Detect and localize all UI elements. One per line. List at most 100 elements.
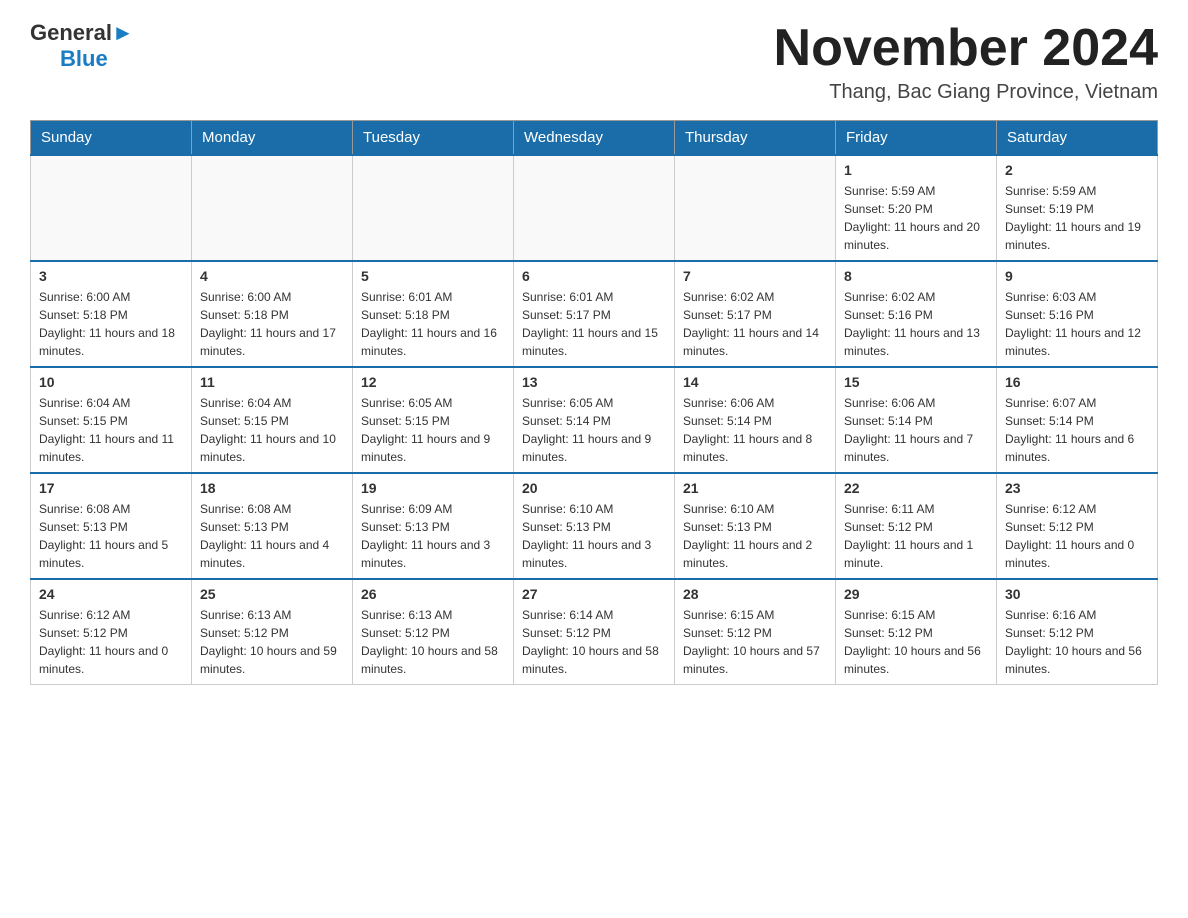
calendar-cell bbox=[31, 155, 192, 261]
calendar-cell: 19Sunrise: 6:09 AMSunset: 5:13 PMDayligh… bbox=[353, 473, 514, 579]
day-info: Sunrise: 6:01 AMSunset: 5:18 PMDaylight:… bbox=[361, 288, 505, 360]
day-number: 20 bbox=[522, 480, 666, 496]
day-info: Sunrise: 6:02 AMSunset: 5:17 PMDaylight:… bbox=[683, 288, 827, 360]
calendar-cell: 14 Sunrise: 6:06 AMSunset: 5:14 PMDayligh… bbox=[675, 367, 836, 473]
day-info: Sunrise: 6:11 AMSunset: 5:12 PMDaylight:… bbox=[844, 500, 988, 572]
calendar-cell: 30Sunrise: 6:16 AMSunset: 5:12 PMDayligh… bbox=[997, 579, 1158, 685]
day-number: 26 bbox=[361, 586, 505, 602]
logo-arrow-shape: ► bbox=[112, 20, 134, 45]
calendar-header: Sunday Monday Tuesday Wednesday Thursday… bbox=[31, 121, 1158, 156]
day-info: Sunrise: 6:10 AMSunset: 5:13 PMDaylight:… bbox=[522, 500, 666, 572]
calendar-week-1: 1Sunrise: 5:59 AMSunset: 5:20 PMDaylight… bbox=[31, 155, 1158, 261]
col-saturday: Saturday bbox=[997, 121, 1158, 156]
day-info: Sunrise: 6:05 AMSunset: 5:15 PMDaylight:… bbox=[361, 394, 505, 466]
day-number: 9 bbox=[1005, 268, 1149, 284]
day-number: 17 bbox=[39, 480, 183, 496]
calendar-cell: 3 Sunrise: 6:00 AMSunset: 5:18 PMDaylight… bbox=[31, 261, 192, 367]
calendar-cell: 16 Sunrise: 6:07 AMSunset: 5:14 PMDayligh… bbox=[997, 367, 1158, 473]
calendar-cell bbox=[353, 155, 514, 261]
calendar-cell: 9 Sunrise: 6:03 AMSunset: 5:16 PMDaylight… bbox=[997, 261, 1158, 367]
calendar-cell: 25 Sunrise: 6:13 AMSunset: 5:12 PMDayligh… bbox=[192, 579, 353, 685]
day-number: 16 bbox=[1005, 374, 1149, 390]
day-number: 5 bbox=[361, 268, 505, 284]
day-number: 3 bbox=[39, 268, 183, 284]
day-info: Sunrise: 6:00 AMSunset: 5:18 PMDaylight:… bbox=[200, 288, 344, 360]
calendar-table: Sunday Monday Tuesday Wednesday Thursday… bbox=[30, 120, 1158, 685]
calendar-week-3: 10 Sunrise: 6:04 AMSunset: 5:15 PMDayligh… bbox=[31, 367, 1158, 473]
header-row: Sunday Monday Tuesday Wednesday Thursday… bbox=[31, 121, 1158, 156]
calendar-cell: 2Sunrise: 5:59 AMSunset: 5:19 PMDaylight… bbox=[997, 155, 1158, 261]
col-friday: Friday bbox=[836, 121, 997, 156]
calendar-cell: 24 Sunrise: 6:12 AMSunset: 5:12 PMDayligh… bbox=[31, 579, 192, 685]
day-number: 29 bbox=[844, 586, 988, 602]
calendar-cell: 6 Sunrise: 6:01 AMSunset: 5:17 PMDaylight… bbox=[514, 261, 675, 367]
logo-blue-text: Blue bbox=[60, 46, 108, 71]
calendar-cell: 22 Sunrise: 6:11 AMSunset: 5:12 PMDayligh… bbox=[836, 473, 997, 579]
calendar-cell: 5 Sunrise: 6:01 AMSunset: 5:18 PMDaylight… bbox=[353, 261, 514, 367]
day-number: 6 bbox=[522, 268, 666, 284]
calendar-cell bbox=[192, 155, 353, 261]
day-info: Sunrise: 6:10 AMSunset: 5:13 PMDaylight:… bbox=[683, 500, 827, 572]
col-sunday: Sunday bbox=[31, 121, 192, 156]
day-number: 27 bbox=[522, 586, 666, 602]
day-number: 24 bbox=[39, 586, 183, 602]
day-number: 12 bbox=[361, 374, 505, 390]
day-number: 8 bbox=[844, 268, 988, 284]
calendar-cell bbox=[675, 155, 836, 261]
col-wednesday: Wednesday bbox=[514, 121, 675, 156]
day-number: 19 bbox=[361, 480, 505, 496]
calendar-cell: 8Sunrise: 6:02 AMSunset: 5:16 PMDaylight… bbox=[836, 261, 997, 367]
calendar-cell bbox=[514, 155, 675, 261]
day-info: Sunrise: 6:08 AMSunset: 5:13 PMDaylight:… bbox=[200, 500, 344, 572]
day-info: Sunrise: 6:15 AMSunset: 5:12 PMDaylight:… bbox=[683, 606, 827, 678]
calendar-cell: 4 Sunrise: 6:00 AMSunset: 5:18 PMDaylight… bbox=[192, 261, 353, 367]
title-section: November 2024 Thang, Bac Giang Province,… bbox=[774, 20, 1158, 104]
calendar-cell: 28 Sunrise: 6:15 AMSunset: 5:12 PMDayligh… bbox=[675, 579, 836, 685]
calendar-cell: 1Sunrise: 5:59 AMSunset: 5:20 PMDaylight… bbox=[836, 155, 997, 261]
calendar-cell: 21 Sunrise: 6:10 AMSunset: 5:13 PMDayligh… bbox=[675, 473, 836, 579]
calendar-cell: 26Sunrise: 6:13 AMSunset: 5:12 PMDayligh… bbox=[353, 579, 514, 685]
calendar-week-5: 24 Sunrise: 6:12 AMSunset: 5:12 PMDayligh… bbox=[31, 579, 1158, 685]
day-info: Sunrise: 6:15 AMSunset: 5:12 PMDaylight:… bbox=[844, 606, 988, 678]
day-number: 25 bbox=[200, 586, 344, 602]
day-info: Sunrise: 6:12 AMSunset: 5:12 PMDaylight:… bbox=[39, 606, 183, 678]
day-info: Sunrise: 6:03 AMSunset: 5:16 PMDaylight:… bbox=[1005, 288, 1149, 360]
day-info: Sunrise: 6:07 AMSunset: 5:14 PMDaylight:… bbox=[1005, 394, 1149, 466]
day-info: Sunrise: 6:05 AMSunset: 5:14 PMDaylight:… bbox=[522, 394, 666, 466]
day-number: 1 bbox=[844, 162, 988, 178]
day-number: 22 bbox=[844, 480, 988, 496]
calendar-week-2: 3 Sunrise: 6:00 AMSunset: 5:18 PMDaylight… bbox=[31, 261, 1158, 367]
day-number: 14 bbox=[683, 374, 827, 390]
calendar-body: 1Sunrise: 5:59 AMSunset: 5:20 PMDaylight… bbox=[31, 155, 1158, 685]
calendar-cell: 27Sunrise: 6:14 AMSunset: 5:12 PMDayligh… bbox=[514, 579, 675, 685]
day-number: 21 bbox=[683, 480, 827, 496]
day-info: Sunrise: 6:13 AMSunset: 5:12 PMDaylight:… bbox=[200, 606, 344, 678]
day-number: 7 bbox=[683, 268, 827, 284]
calendar-cell: 29 Sunrise: 6:15 AMSunset: 5:12 PMDayligh… bbox=[836, 579, 997, 685]
day-number: 11 bbox=[200, 374, 344, 390]
day-number: 2 bbox=[1005, 162, 1149, 178]
day-number: 30 bbox=[1005, 586, 1149, 602]
day-number: 4 bbox=[200, 268, 344, 284]
day-info: Sunrise: 6:08 AMSunset: 5:13 PMDaylight:… bbox=[39, 500, 183, 572]
day-number: 10 bbox=[39, 374, 183, 390]
day-info: Sunrise: 6:06 AMSunset: 5:14 PMDaylight:… bbox=[683, 394, 827, 466]
location: Thang, Bac Giang Province, Vietnam bbox=[774, 81, 1158, 104]
calendar-cell: 10Sunrise: 6:04 AMSunset: 5:15 PMDayligh… bbox=[31, 367, 192, 473]
month-title: November 2024 bbox=[774, 20, 1158, 77]
day-info: Sunrise: 6:01 AMSunset: 5:17 PMDaylight:… bbox=[522, 288, 666, 360]
day-number: 18 bbox=[200, 480, 344, 496]
page-header: General► Blue November 2024 Thang, Bac G… bbox=[30, 20, 1158, 104]
calendar-cell: 13 Sunrise: 6:05 AMSunset: 5:14 PMDayligh… bbox=[514, 367, 675, 473]
col-tuesday: Tuesday bbox=[353, 121, 514, 156]
day-info: Sunrise: 6:00 AMSunset: 5:18 PMDaylight:… bbox=[39, 288, 183, 360]
day-info: Sunrise: 6:12 AMSunset: 5:12 PMDaylight:… bbox=[1005, 500, 1149, 572]
calendar-cell: 17 Sunrise: 6:08 AMSunset: 5:13 PMDayligh… bbox=[31, 473, 192, 579]
col-monday: Monday bbox=[192, 121, 353, 156]
day-number: 28 bbox=[683, 586, 827, 602]
logo-general-text: General► bbox=[30, 20, 134, 46]
calendar-week-4: 17 Sunrise: 6:08 AMSunset: 5:13 PMDayligh… bbox=[31, 473, 1158, 579]
day-info: Sunrise: 6:04 AMSunset: 5:15 PMDaylight:… bbox=[200, 394, 344, 466]
day-number: 13 bbox=[522, 374, 666, 390]
day-info: Sunrise: 6:06 AMSunset: 5:14 PMDaylight:… bbox=[844, 394, 988, 466]
